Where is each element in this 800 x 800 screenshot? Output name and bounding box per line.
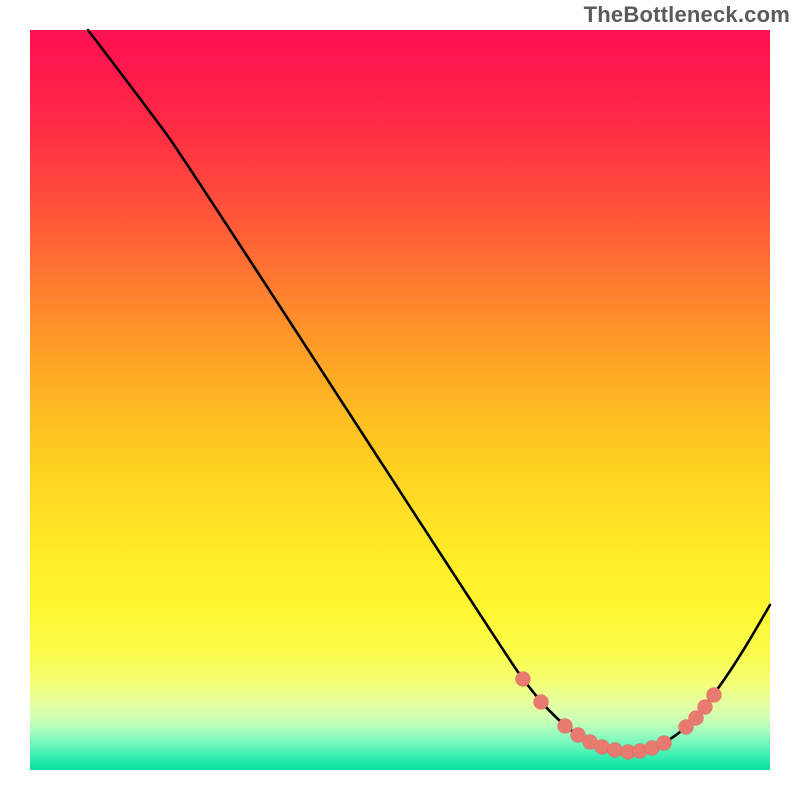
data-point xyxy=(516,672,531,687)
plot-area xyxy=(30,30,770,770)
data-point xyxy=(698,700,713,715)
bottleneck-curve xyxy=(88,30,770,751)
data-point xyxy=(558,719,573,734)
data-point xyxy=(534,695,549,710)
data-point xyxy=(595,740,610,755)
data-point xyxy=(657,736,672,751)
watermark-text: TheBottleneck.com xyxy=(584,2,790,28)
data-point xyxy=(707,688,722,703)
bottleneck-points xyxy=(516,672,722,760)
chart-frame: TheBottleneck.com xyxy=(0,0,800,800)
data-point xyxy=(608,743,623,758)
chart-overlay xyxy=(30,30,770,770)
